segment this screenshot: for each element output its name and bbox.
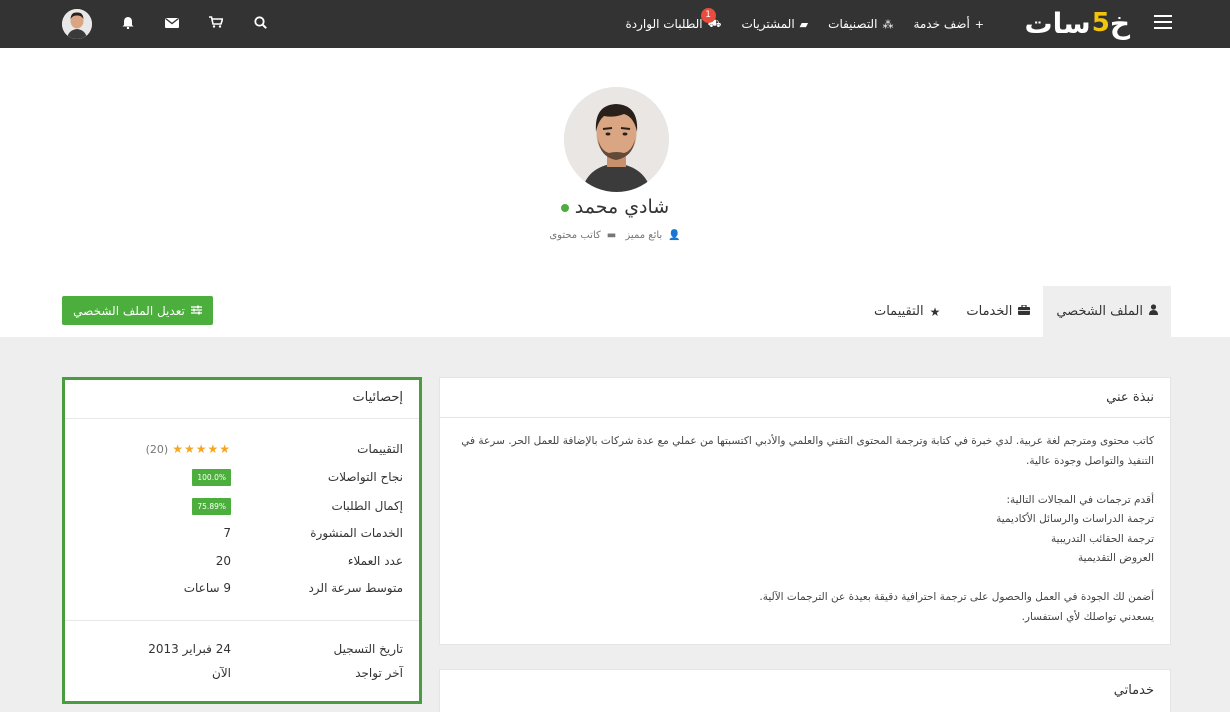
user-icon: 👤: [668, 230, 681, 241]
main-nav: + أضف خدمة ⁂ التصنيفات ▰ المشتريات ⛟ 1 ا…: [626, 0, 984, 48]
stat-row-published-services: الخدمات المنشورة 7: [223, 526, 403, 540]
top-navbar: خ 5 سات + أضف خدمة ⁂ التصنيفات ▰ المشتريات…: [0, 0, 1230, 48]
stat-row-registered: تاريخ التسجيل 24 فبراير 2013: [148, 642, 403, 656]
stat-row-clients: عدد العملاء 20: [215, 554, 403, 568]
stat-row-order-completion: إكمال الطلبات 75.89%: [65, 496, 419, 516]
my-services-card: خدماتي: [439, 669, 1171, 712]
briefcase-icon: [1018, 304, 1031, 319]
percent-badge: 100.0%: [192, 468, 231, 486]
stat-row-last-seen: آخر تواجد الآن: [212, 666, 403, 680]
nav-incoming-orders[interactable]: ⛟ 1 الطلبات الواردة: [626, 7, 722, 32]
user-nav: [62, 0, 268, 48]
sliders-icon: [190, 304, 202, 318]
stat-row-comm-success: نجاح التواصلات 100.0%: [65, 467, 419, 487]
profile-header: شادي محمد 👤بائع مميز ▬كاتب محتوى الملف ا…: [0, 48, 1230, 337]
profile-avatar: [564, 87, 669, 192]
plus-icon: +: [974, 17, 984, 31]
online-status-icon: [560, 203, 569, 212]
cart-icon[interactable]: [208, 16, 224, 32]
about-text: كاتب محتوى ومترجم لغة عربية. لدي خبرة في…: [461, 435, 1154, 623]
stats-card: إحصائيات التقييمات ★★★★★ (20) نجاح التوا…: [62, 377, 422, 704]
about-title: نبذة عني: [440, 378, 1170, 418]
about-card: نبذة عني كاتب محتوى ومترجم لغة عربية. لد…: [439, 377, 1171, 645]
profile-name: شادي محمد: [0, 196, 1230, 218]
hamburger-menu-icon[interactable]: [1154, 15, 1172, 29]
nav-categories[interactable]: ⁂ التصنيفات: [828, 17, 893, 31]
my-services-title: خدماتي: [1113, 683, 1154, 698]
tab-profile[interactable]: الملف الشخصي: [1043, 286, 1171, 337]
user-avatar[interactable]: [62, 9, 92, 39]
rating-stars: ★★★★★: [172, 442, 231, 456]
edit-profile-button[interactable]: تعديل الملف الشخصي: [62, 296, 213, 325]
nav-purchases[interactable]: ▰ المشتريات: [742, 17, 809, 31]
percent-badge: 75.89%: [192, 497, 231, 515]
site-logo[interactable]: خ 5 سات: [1025, 4, 1131, 42]
stat-row-rating: التقييمات ★★★★★ (20): [145, 442, 403, 456]
stat-row-response-time: متوسط سرعة الرد 9 ساعات: [183, 581, 403, 595]
tab-services[interactable]: الخدمات: [953, 286, 1043, 337]
tab-reviews[interactable]: ★ التقييمات: [861, 286, 953, 337]
stats-divider: [65, 620, 419, 621]
notification-badge: 1: [700, 7, 716, 23]
nav-add-service[interactable]: + أضف خدمة: [913, 17, 984, 31]
search-icon[interactable]: [252, 15, 268, 33]
profile-meta: 👤بائع مميز ▬كاتب محتوى: [549, 230, 681, 241]
truck-icon: ⛟ 1: [700, 7, 722, 32]
stats-title: إحصائيات: [65, 380, 419, 419]
rating-count: (20): [145, 442, 169, 456]
folder-icon: ▰: [799, 17, 809, 31]
briefcase-icon: ▬: [606, 230, 617, 241]
star-icon: ★: [929, 304, 941, 319]
cubes-icon: ⁂: [882, 17, 894, 31]
profile-tabs: الملف الشخصي الخدمات ★ التقييمات: [861, 286, 1171, 337]
envelope-icon[interactable]: [164, 17, 180, 32]
user-icon: [1149, 304, 1158, 319]
bell-icon[interactable]: [120, 16, 136, 33]
